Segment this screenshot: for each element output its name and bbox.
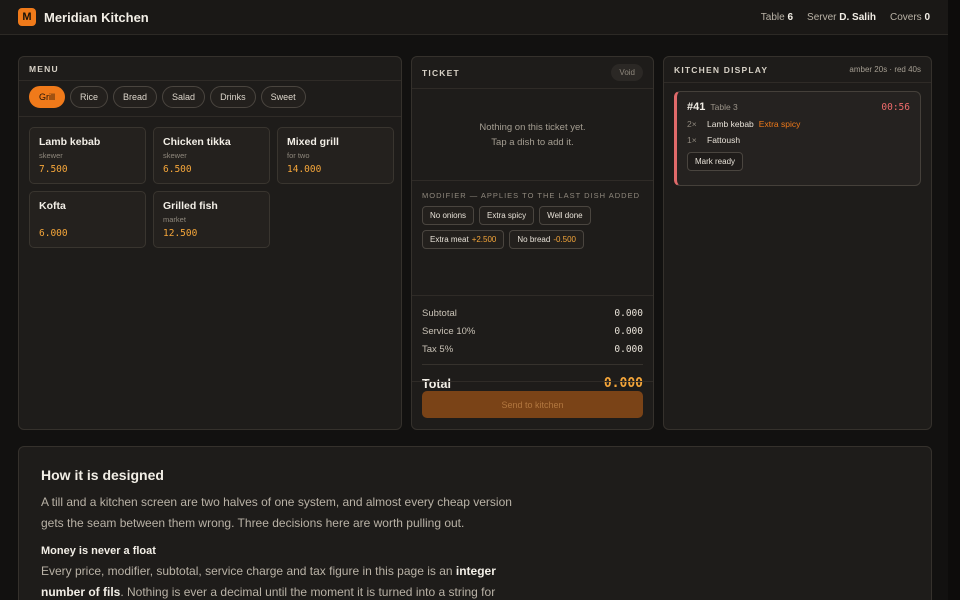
dish-note: for two [287,151,310,160]
order-number: #41 [687,101,706,113]
dish-price: 12.500 [163,228,198,239]
dish-card[interactable]: Lamb kebab skewer 7.500 [29,127,146,184]
table-info: Table 6 [760,11,794,23]
dish-note: market [163,215,186,224]
modifier-extra-meat[interactable]: Extra meat +2.500 [422,230,505,249]
notes-intro: A till and a kitchen screen are two halv… [41,495,512,530]
kitchen-header: KITCHEN DISPLAY amber 20s · red 40s [664,57,931,83]
ticket-panel: TICKET Void Nothing on this ticket yet. … [411,56,654,430]
dish-card[interactable]: Chicken tikka skewer 6.500 [153,127,270,184]
dish-note [39,215,136,224]
timer-legend: amber 20s · red 40s [849,65,921,74]
order-line: 1× Fattoush [687,135,910,145]
modifier-extra-spicy[interactable]: Extra spicy [479,206,535,225]
order-timer: 00:56 [881,102,910,113]
service-value: 0.000 [614,325,643,337]
subtotal-value: 0.000 [614,307,643,319]
order-line: 2× Lamb kebab Extra spicy [687,119,910,129]
empty-ticket-message: Nothing on this ticket yet. Tap a dish t… [412,89,653,181]
order-line-modifier: Extra spicy [758,119,801,129]
dish-price: 6.500 [163,164,192,175]
menu-title: MENU [19,57,401,81]
dish-card[interactable]: Mixed grill for two 14.000 [277,127,394,184]
design-notes: How it is designed A till and a kitchen … [18,446,932,600]
ticket-totals: Subtotal 0.000 Service 10% 0.000 Tax 5% … [412,296,653,394]
notes-paragraph: Every price, modifier, subtotal, service… [41,564,496,599]
page-scrollbar[interactable] [948,0,960,600]
category-salad[interactable]: Salad [162,86,206,108]
menu-panel: MENU Grill Rice Bread Salad Drinks Sweet… [18,56,402,430]
modifier-no-bread[interactable]: No bread -0.500 [509,230,584,249]
notes-subheading: Money is never a float [41,545,156,557]
order-line-qty: 1× [687,135,697,145]
tax-row: Tax 5% 0.000 [422,343,643,355]
covers-info: Covers 0 [889,11,930,23]
ticket-header: TICKET Void [412,57,653,89]
subtotal-row: Subtotal 0.000 [422,307,643,319]
order-header: #41 Table 3 00:56 [687,101,910,113]
order-table: Table 3 [710,102,738,112]
dish-price: 14.000 [287,164,322,175]
empty-line-2: Tap a dish to add it. [491,136,574,148]
category-grill[interactable]: Grill [29,86,65,108]
app-title: Meridian Kitchen [44,9,149,25]
dish-note: skewer [39,151,63,160]
category-rice[interactable]: Rice [70,86,109,108]
send-to-kitchen-button[interactable]: Send to kitchen [422,391,643,418]
category-tabs: Grill Rice Bread Salad Drinks Sweet [19,81,401,117]
send-footer: Send to kitchen [412,381,653,429]
notes-title: How it is designed [41,467,164,483]
kitchen-display-panel: KITCHEN DISPLAY amber 20s · red 40s #41 … [663,56,932,430]
service-row: Service 10% 0.000 [422,325,643,337]
order-line-name: Lamb kebab [707,119,754,129]
empty-line-1: Nothing on this ticket yet. [479,121,586,133]
order-line-name: Fattoush [707,135,741,145]
tax-value: 0.000 [614,343,643,355]
dish-name: Lamb kebab [39,136,101,148]
dish-name: Chicken tikka [163,136,231,148]
dish-card[interactable]: Grilled fish market 12.500 [153,191,270,248]
top-bar: M Meridian Kitchen Table 6 Server D. Sal… [0,0,948,35]
category-drinks[interactable]: Drinks [210,86,256,108]
modifier-list: No onions Extra spicy Well done Extra me… [412,206,653,296]
order-line-qty: 2× [687,119,697,129]
modifier-delta: +2.500 [471,235,497,244]
category-bread[interactable]: Bread [113,86,158,108]
dish-note: skewer [163,151,187,160]
modifier-delta: -0.500 [553,235,576,244]
dish-card[interactable]: Kofta 6.000 [29,191,146,248]
modifier-title: MODIFIER — APPLIES TO THE LAST DISH ADDE… [422,191,640,200]
dish-name: Grilled fish [163,200,218,212]
server-info: Server D. Salih [807,11,876,23]
session-info: Table 6 Server D. Salih Covers 0 [761,12,930,23]
void-button[interactable]: Void [611,64,643,81]
dish-price: 7.500 [39,164,68,175]
modifier-no-onions[interactable]: No onions [422,206,475,225]
app-logo: M [18,8,36,26]
kitchen-title: KITCHEN DISPLAY [674,64,769,75]
dish-price: 6.000 [39,228,68,239]
ticket-title: TICKET [422,67,460,78]
category-sweet[interactable]: Sweet [260,86,306,108]
modifier-well-done[interactable]: Well done [539,206,591,225]
order-card: #41 Table 3 00:56 2× Lamb kebab Extra sp… [674,91,921,186]
dish-name: Mixed grill [287,136,339,148]
dish-grid: Lamb kebab skewer 7.500 Chicken tikka sk… [19,117,401,258]
mark-ready-button[interactable]: Mark ready [687,152,744,171]
dish-name: Kofta [39,200,66,212]
